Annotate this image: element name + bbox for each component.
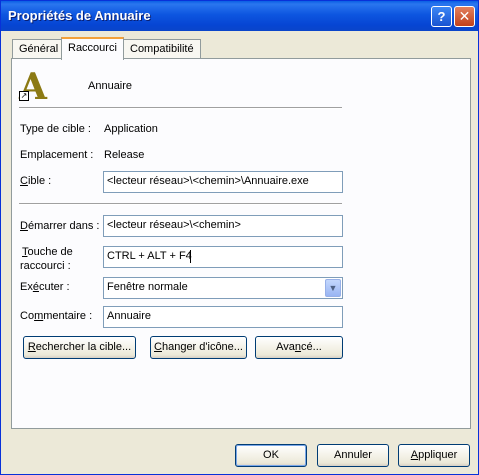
target-label: Cible : bbox=[20, 175, 51, 187]
target-label-accel: C bbox=[20, 175, 28, 187]
properties-dialog: Propriétés de Annuaire ? ✕ Général Racco… bbox=[0, 0, 479, 475]
advanced-button[interactable]: Avancé... bbox=[255, 336, 343, 359]
target-type-label: Type de cible : bbox=[20, 123, 91, 135]
find-target-rest: echercher la cible... bbox=[35, 341, 132, 353]
tab-general-label: Général bbox=[19, 43, 59, 55]
comment-label-accel: m bbox=[34, 310, 44, 322]
ok-button[interactable]: OK bbox=[235, 444, 307, 467]
comment-label: Commentaire : bbox=[20, 310, 92, 322]
apply-accel: A bbox=[410, 449, 419, 461]
run-label-pre: Ex bbox=[20, 281, 33, 293]
tab-compatibilite-label: Compatibilité bbox=[130, 43, 194, 55]
title-bar[interactable]: Propriétés de Annuaire ? ✕ bbox=[1, 1, 478, 31]
run-select-value: Fenêtre normale bbox=[107, 281, 188, 293]
tab-raccourci-label: Raccourci bbox=[68, 42, 117, 54]
target-type-value: Application bbox=[104, 123, 158, 135]
change-icon-button[interactable]: Changer d'icône... bbox=[150, 336, 247, 359]
change-icon-accel: C bbox=[154, 341, 162, 353]
shortcut-arrow-icon: ↗ bbox=[19, 91, 29, 101]
run-select[interactable]: Fenêtre normale ▼ bbox=[103, 277, 343, 299]
comment-label-pre: Co bbox=[20, 310, 35, 322]
separator bbox=[19, 203, 342, 205]
hotkey-label: Touche de bbox=[22, 246, 73, 258]
apply-rest: ppliquer bbox=[418, 449, 458, 461]
comment-label-rest: mentaire : bbox=[43, 310, 93, 322]
tab-compatibilite[interactable]: Compatibilité bbox=[123, 39, 201, 59]
find-target-button[interactable]: Rechercher la cible... bbox=[23, 336, 136, 359]
location-value: Release bbox=[104, 149, 145, 161]
target-input[interactable]: <lecteur réseau>\<chemin>\Annuaire.exe bbox=[103, 171, 343, 193]
hotkey-label-line2: raccourci : bbox=[20, 260, 71, 272]
separator bbox=[19, 107, 342, 109]
find-target-accel: R bbox=[27, 341, 36, 353]
cancel-button[interactable]: Annuler bbox=[317, 444, 389, 467]
tab-general[interactable]: Général bbox=[12, 39, 66, 59]
comment-input[interactable]: Annuaire bbox=[103, 306, 343, 328]
window-title: Propriétés de Annuaire bbox=[8, 8, 151, 23]
advanced-pre: Ava bbox=[276, 341, 295, 353]
start-in-input[interactable]: <lecteur réseau>\<chemin> bbox=[103, 215, 343, 237]
start-in-label-accel: D bbox=[20, 220, 28, 232]
start-in-label-rest: émarrer dans : bbox=[27, 220, 100, 232]
tab-panel bbox=[11, 58, 471, 429]
target-label-rest: ible : bbox=[27, 175, 52, 187]
tab-raccourci[interactable]: Raccourci bbox=[61, 37, 124, 60]
hotkey-label-rest: ouche de bbox=[27, 246, 73, 258]
chevron-down-icon[interactable]: ▼ bbox=[325, 279, 341, 297]
help-button[interactable]: ? bbox=[431, 6, 452, 27]
apply-button[interactable]: Appliquer bbox=[398, 444, 470, 467]
run-label-rest: cuter : bbox=[38, 281, 70, 293]
text-caret bbox=[190, 250, 191, 263]
shortcut-name: Annuaire bbox=[88, 80, 133, 92]
hotkey-input[interactable]: CTRL + ALT + F4 bbox=[103, 246, 343, 268]
advanced-rest: cé... bbox=[301, 341, 322, 353]
start-in-label: Démarrer dans : bbox=[20, 220, 99, 232]
change-icon-rest: hanger d'icône... bbox=[161, 341, 243, 353]
close-button[interactable]: ✕ bbox=[454, 6, 475, 27]
run-label: Exécuter : bbox=[20, 281, 70, 293]
location-label: Emplacement : bbox=[20, 149, 94, 161]
